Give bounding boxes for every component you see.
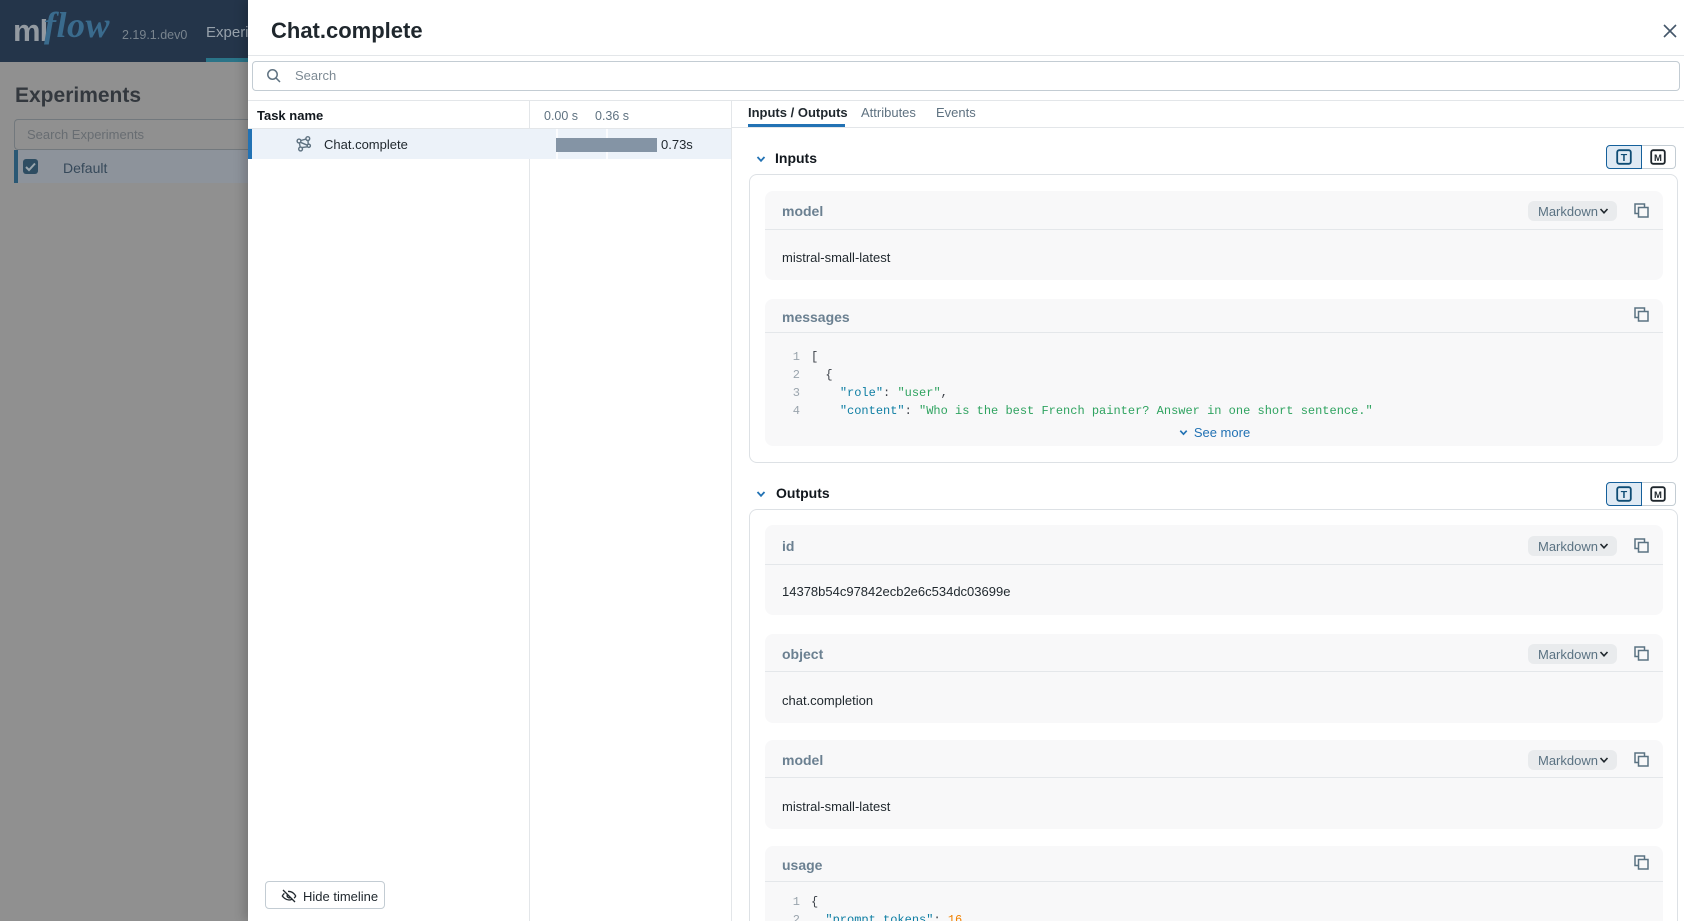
svg-text:M: M — [1654, 153, 1662, 164]
svg-text:M: M — [1654, 490, 1662, 501]
svg-text:T: T — [1620, 489, 1627, 501]
svg-text:T: T — [1620, 152, 1627, 164]
